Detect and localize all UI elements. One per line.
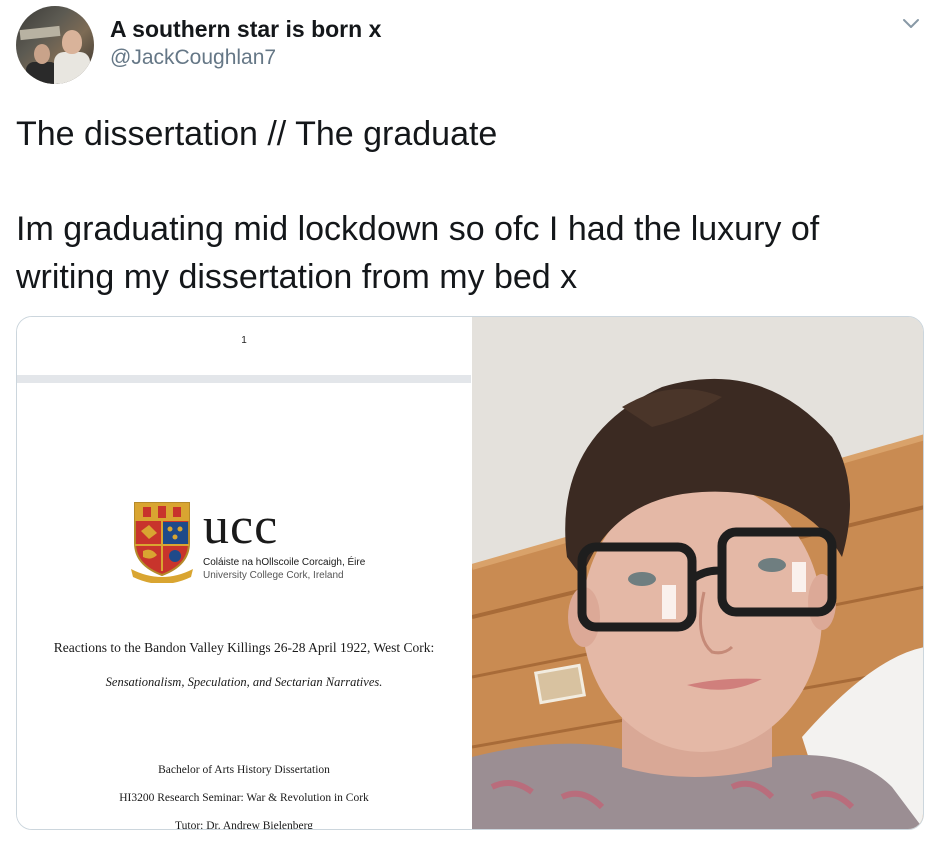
media-image-document[interactable]: 1 ucc Coláiste na hOllscoile Corcaigh, É… [17, 317, 471, 830]
chevron-down-icon[interactable] [898, 14, 924, 34]
tweet-text-line: The dissertation // The graduate [16, 115, 498, 153]
dissertation-title: Reactions to the Bandon Valley Killings … [53, 640, 435, 655]
ucc-logo-irish: Coláiste na hOllscoile Corcaigh, Éire [203, 557, 366, 568]
ucc-logo-text: ucc [203, 498, 279, 555]
tutor-line: Tutor: Dr. Andrew Bielenberg [175, 820, 313, 830]
page-number: 1 [241, 335, 247, 346]
degree-line: Bachelor of Arts History Dissertation [158, 764, 330, 776]
tweet-text-line: writing my dissertation from my bed x [16, 258, 578, 296]
selfie-illustration [472, 317, 923, 829]
avatar[interactable] [16, 6, 94, 84]
author-handle[interactable]: @JackCoughlan7 [110, 46, 276, 70]
author-display-name[interactable]: A southern star is born x [110, 16, 381, 43]
avatar-sign [19, 25, 61, 41]
media-grid: 1 ucc Coláiste na hOllscoile Corcaigh, É… [16, 316, 924, 830]
tweet-card: A southern star is born x @JackCoughlan7… [0, 0, 940, 846]
tweet-text-line: Im graduating mid lockdown so ofc I had … [16, 210, 820, 248]
page-break-divider [17, 375, 471, 383]
seminar-line: HI3200 Research Seminar: War & Revolutio… [119, 792, 369, 804]
avatar-figure-face [62, 30, 82, 54]
media-image-selfie[interactable] [472, 317, 923, 829]
avatar-figure-face [34, 44, 50, 64]
ucc-logo-english: University College Cork, Ireland [203, 570, 344, 581]
dissertation-subtitle: Sensationalism, Speculation, and Sectari… [105, 675, 383, 689]
avatar-figure [54, 52, 90, 84]
ucc-crest-icon [131, 502, 193, 583]
